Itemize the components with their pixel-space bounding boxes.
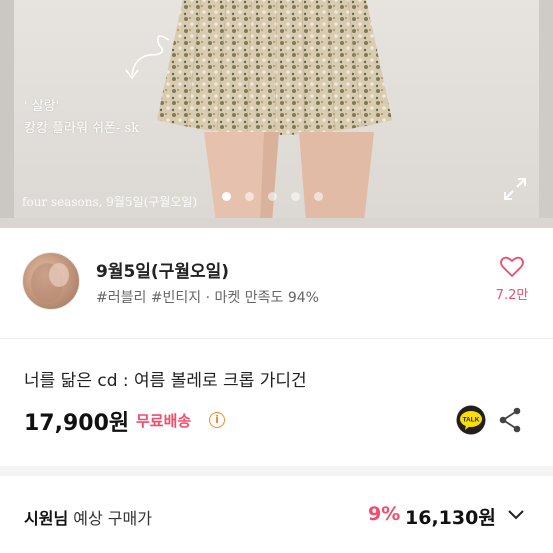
product-image-carousel[interactable]: ' 살랑' 캉캉 플라워 쉬폰- sk four seasons, 9월5일(구… — [0, 0, 553, 228]
product-title: 너를 닮은 cd : 여름 볼레로 크롭 가디건 — [24, 371, 307, 391]
carousel-next-peek — [539, 0, 553, 218]
talk-label: TALK — [463, 417, 480, 424]
seller-name[interactable]: 9월5일(구월오일) — [96, 257, 229, 282]
kakao-talk-share-icon[interactable]: TALK — [456, 405, 486, 435]
product-price: 17,900원 — [24, 411, 130, 436]
chevron-down-icon[interactable] — [506, 508, 526, 522]
carousel-dot[interactable] — [268, 192, 277, 201]
expand-icon[interactable] — [502, 176, 528, 202]
carousel-prev-peek — [0, 0, 14, 218]
hero-caption-line1: ' 살랑' — [24, 99, 60, 114]
seller-tags: #러블리 #빈티지 · 마켓 만족도 94% — [96, 290, 319, 306]
like-count: 7.2만 — [495, 288, 529, 303]
hero-caption: ' 살랑' 캉캉 플라워 쉬폰- sk — [24, 96, 139, 140]
avatar-image — [31, 263, 69, 303]
seller-row[interactable]: 9월5일(구월오일) #러블리 #빈티지 · 마켓 만족도 94% 7.2만 — [0, 240, 553, 320]
free-shipping-badge: 무료배송 — [136, 412, 192, 430]
user-name: 시원님 — [24, 509, 69, 528]
carousel-dots[interactable] — [222, 192, 323, 201]
like-button[interactable]: 7.2만 — [494, 256, 530, 303]
arrow-doodle-icon — [125, 35, 170, 80]
info-icon[interactable]: i — [209, 412, 225, 428]
expected-price-text: 예상 구매가 — [68, 509, 152, 528]
skirt-illustration — [157, 0, 392, 135]
hero-footer-text: four seasons, 9월5일(구월오일) — [22, 195, 198, 209]
carousel-dot[interactable] — [222, 192, 231, 201]
heart-icon[interactable] — [500, 256, 524, 278]
share-icon[interactable] — [498, 407, 522, 433]
carousel-dot[interactable] — [245, 192, 254, 201]
expected-price: 16,130원 — [405, 507, 496, 529]
section-separator — [0, 466, 553, 476]
seller-avatar[interactable] — [22, 252, 80, 310]
legs-illustration — [204, 132, 374, 218]
carousel-dot[interactable] — [291, 192, 300, 201]
expected-price-label: 시원님 예상 구매가 — [24, 505, 152, 529]
discount-rate: 9% — [368, 503, 401, 525]
hero-caption-line2: 캉캉 플라워 쉬폰- sk — [24, 121, 140, 136]
divider — [0, 338, 553, 339]
carousel-dot[interactable] — [314, 192, 323, 201]
